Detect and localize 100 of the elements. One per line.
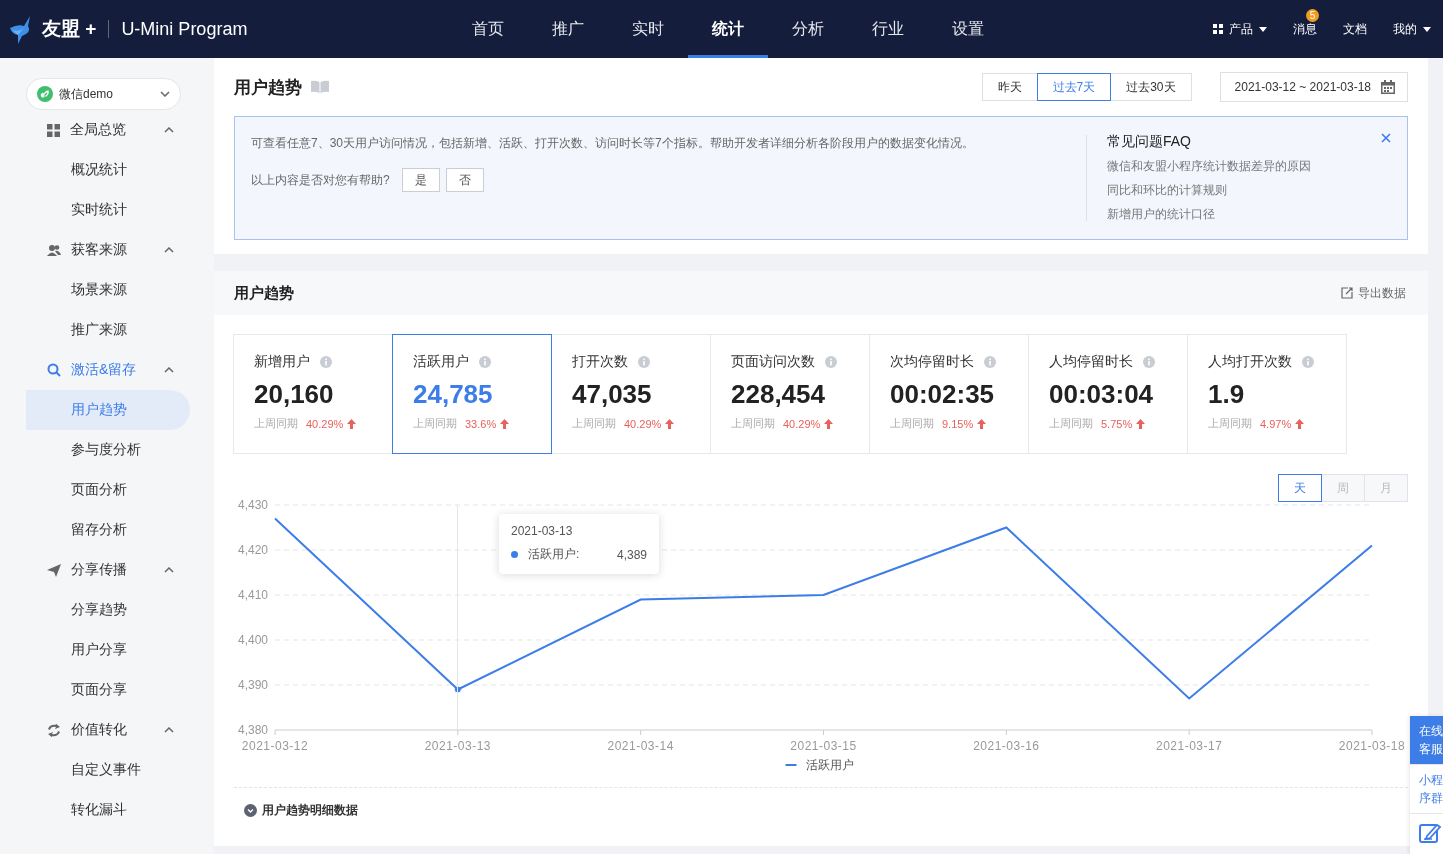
sidebar-item[interactable]: 页面分析 <box>26 470 190 510</box>
compare-label: 上周同期 <box>890 416 934 431</box>
faq-link[interactable]: 微信和友盟小程序统计数据差异的原因 <box>1107 158 1311 175</box>
sidebar-group[interactable]: 分享传播 <box>0 550 214 590</box>
chat-button[interactable]: 在线客服 <box>1410 716 1443 765</box>
chevron-icon <box>164 727 174 733</box>
docs-link[interactable]: 文档 <box>1343 20 1367 38</box>
sidebar-item[interactable]: 转化漏斗 <box>26 790 190 830</box>
product-name: U-Mini Program <box>121 18 248 40</box>
arrow-up-icon <box>824 418 834 429</box>
messages-link[interactable]: 消息 <box>1293 20 1317 38</box>
app-select[interactable]: 微信demo <box>26 78 181 110</box>
nav-tab[interactable]: 设置 <box>928 0 1008 58</box>
tooltip-series: 活跃用户: <box>528 546 580 563</box>
feedback-button[interactable]: 是 <box>401 168 440 192</box>
y-tick-label: 4,420 <box>237 543 268 557</box>
paper-plane-icon <box>47 563 61 577</box>
products-menu[interactable]: 产品 <box>1213 20 1267 38</box>
sidebar-item[interactable]: 自定义事件 <box>26 750 190 790</box>
metric-card[interactable]: 人均打开次数 1.9 上周同期 4.97% <box>1187 334 1347 454</box>
faq-link[interactable]: 同比和环比的计算规则 <box>1107 182 1227 199</box>
arrow-up-icon <box>500 418 510 429</box>
sidebar-item[interactable]: 页面分享 <box>26 670 190 710</box>
metric-card[interactable]: 人均停留时长 00:03:04 上周同期 5.75% <box>1028 334 1188 454</box>
metric-value: 1.9 <box>1208 379 1246 410</box>
metric-card[interactable]: 页面访问次数 228,454 上周同期 40.29% <box>710 334 870 454</box>
detail-toggle[interactable]: 用户趋势明细数据 <box>244 802 1398 819</box>
caret-icon <box>1259 26 1267 32</box>
change-value: 4.97% <box>1260 417 1292 430</box>
metric-label: 打开次数 <box>572 353 628 371</box>
edit-icon[interactable] <box>1419 822 1441 844</box>
metric-label: 次均停留时长 <box>890 353 974 371</box>
metric-card[interactable]: 活跃用户 24,785 上周同期 33.6% <box>392 334 552 454</box>
arrow-up-icon <box>1136 418 1146 429</box>
range-tab[interactable]: 过去30天 <box>1110 73 1192 101</box>
export-link[interactable]: 导出数据 <box>1341 284 1406 302</box>
sidebar-group[interactable]: 获客来源 <box>0 230 214 270</box>
info-icon <box>1143 356 1155 368</box>
metric-card[interactable]: 打开次数 47,035 上周同期 40.29% <box>551 334 711 454</box>
sidebar-item[interactable]: 推广来源 <box>26 310 190 350</box>
info-icon <box>1302 356 1314 368</box>
arrow-up-icon <box>665 418 675 429</box>
sidebar-group[interactable]: 全局总览 <box>0 110 214 150</box>
metric-value: 47,035 <box>572 379 653 410</box>
nav-tab[interactable]: 实时 <box>608 0 688 58</box>
users-icon <box>47 243 61 257</box>
date-range-picker[interactable]: 2021-03-12 ~ 2021-03-18 <box>1219 72 1408 102</box>
metric-label: 页面访问次数 <box>731 353 815 371</box>
x-tick-label: 2021-03-14 <box>607 739 674 753</box>
compare-label: 上周同期 <box>1208 416 1252 431</box>
sidebar-group[interactable]: 价值转化 <box>0 710 214 750</box>
count-badge: 5 <box>1306 8 1319 22</box>
nav-tab[interactable]: 首页 <box>448 0 528 58</box>
change-value: 33.6% <box>465 417 497 430</box>
metric-card[interactable]: 次均停留时长 00:02:35 上周同期 9.15% <box>869 334 1029 454</box>
sidebar-item[interactable]: 留存分析 <box>26 510 190 550</box>
sidebar-item[interactable]: 参与度分析 <box>26 430 190 470</box>
compare-label: 上周同期 <box>1049 416 1093 431</box>
arrow-up-icon <box>1295 418 1305 429</box>
chevron-icon <box>164 567 174 573</box>
metric-value: 20,160 <box>254 379 335 410</box>
metric-value: 228,454 <box>731 379 826 410</box>
sidebar-group[interactable]: 激活&留存 <box>0 350 214 390</box>
sidebar-item[interactable]: 用户分享 <box>26 630 190 670</box>
group-link[interactable]: 小程序群 <box>1410 765 1443 814</box>
range-tab[interactable]: 昨天 <box>981 73 1038 101</box>
x-tick-label: 2021-03-12 <box>241 739 309 753</box>
feedback-button[interactable]: 否 <box>445 168 484 192</box>
nav-tab[interactable]: 推广 <box>528 0 608 58</box>
x-tick-label: 2021-03-16 <box>973 739 1040 753</box>
y-tick-label: 4,390 <box>237 678 268 692</box>
account-menu[interactable]: 我的 <box>1393 20 1431 38</box>
x-tick-label: 2021-03-17 <box>1155 739 1223 753</box>
nav-tab[interactable]: 行业 <box>848 0 928 58</box>
legend-label: 活跃用户 <box>805 758 854 772</box>
sidebar-item[interactable]: 实时统计 <box>26 190 190 230</box>
compare-label: 上周同期 <box>731 416 775 431</box>
metric-label: 人均打开次数 <box>1208 353 1292 371</box>
sidebar-item[interactable]: 分享趋势 <box>26 590 190 630</box>
grid-icon <box>1213 24 1223 34</box>
faq-title: 常见问题FAQ <box>1107 133 1191 151</box>
granularity-tab[interactable]: 天 <box>1278 474 1322 502</box>
chevron-icon <box>160 91 170 97</box>
faq-link[interactable]: 新增用户的统计口径 <box>1107 206 1215 223</box>
change-value: 40.29% <box>624 417 662 430</box>
change-value: 40.29% <box>306 417 344 430</box>
range-tab[interactable]: 过去7天 <box>1036 73 1112 101</box>
sidebar-item[interactable]: 场景来源 <box>26 270 190 310</box>
section-title: 用户趋势 <box>234 283 294 303</box>
y-tick-label: 4,430 <box>237 498 268 512</box>
metric-value: 00:03:04 <box>1049 379 1155 410</box>
info-icon <box>479 356 491 368</box>
metric-label: 新增用户 <box>254 353 310 371</box>
sidebar-item[interactable]: 概况统计 <box>26 150 190 190</box>
chevron-icon <box>164 127 174 133</box>
nav-tab[interactable]: 分析 <box>768 0 848 58</box>
metric-card[interactable]: 新增用户 20,160 上周同期 40.29% <box>233 334 393 454</box>
exchange-icon <box>47 723 61 737</box>
close-icon[interactable] <box>1381 133 1391 143</box>
y-tick-label: 4,380 <box>237 723 268 737</box>
